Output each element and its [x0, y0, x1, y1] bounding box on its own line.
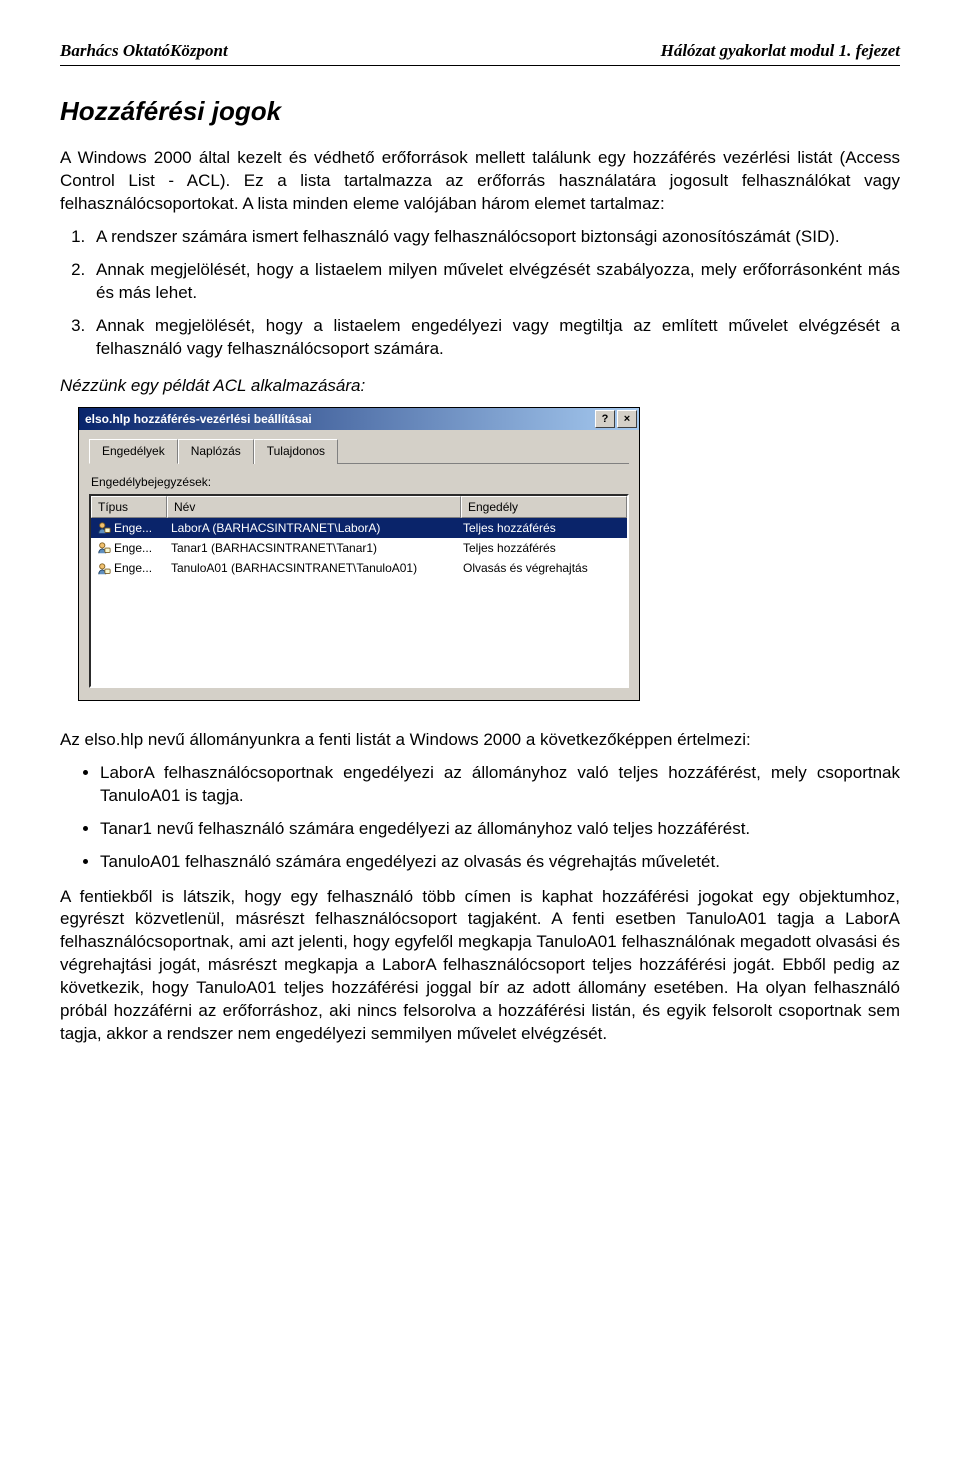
dialog-title: elso.hlp hozzáférés-vezérlési beállítása…: [85, 411, 593, 427]
cell-name: TanuloA01 (BARHACSINTRANET\TanuloA01): [165, 559, 457, 577]
dialog-titlebar[interactable]: elso.hlp hozzáférés-vezérlési beállítása…: [79, 408, 639, 430]
permission-listview[interactable]: Típus Név Engedély Enge...LaborA (BARHAC…: [89, 494, 629, 688]
header-left: Barhács OktatóKözpont: [60, 40, 228, 63]
acl-dialog: elso.hlp hozzáférés-vezérlési beállítása…: [78, 407, 640, 700]
cell-name: Tanar1 (BARHACSINTRANET\Tanar1): [165, 539, 457, 557]
cell-name: LaborA (BARHACSINTRANET\LaborA): [165, 519, 457, 537]
table-row[interactable]: Enge...TanuloA01 (BARHACSINTRANET\Tanulo…: [91, 558, 627, 578]
interpretation-intro: Az elso.hlp nevű állományunkra a fenti l…: [60, 729, 900, 752]
list-item: Annak megjelölését, hogy a listaelem eng…: [90, 315, 900, 361]
help-button[interactable]: ?: [595, 410, 615, 428]
explanation-paragraph: A fentiekből is látszik, hogy egy felhas…: [60, 886, 900, 1047]
listview-header: Típus Név Engedély: [91, 496, 627, 518]
cell-type: Enge...: [91, 519, 165, 537]
table-row[interactable]: Enge...LaborA (BARHACSINTRANET\LaborA)Te…: [91, 518, 627, 538]
table-row[interactable]: Enge...Tanar1 (BARHACSINTRANET\Tanar1)Te…: [91, 538, 627, 558]
section-title: Hozzáférési jogok: [60, 94, 900, 129]
list-label: Engedélybejegyzések:: [91, 474, 629, 490]
intro-paragraph: A Windows 2000 által kezelt és védhető e…: [60, 147, 900, 216]
user-icon: [97, 541, 111, 555]
list-item: Tanar1 nevű felhasználó számára engedély…: [100, 818, 900, 841]
tab-permissions[interactable]: Engedélyek: [89, 439, 178, 463]
cell-type: Enge...: [91, 539, 165, 557]
header-right: Hálózat gyakorlat modul 1. fejezet: [661, 40, 900, 63]
list-item: Annak megjelölését, hogy a listaelem mil…: [90, 259, 900, 305]
tab-auditing[interactable]: Naplózás: [178, 439, 254, 463]
tab-strip: Engedélyek Naplózás Tulajdonos: [89, 438, 629, 463]
column-permission[interactable]: Engedély: [461, 496, 627, 518]
bullet-list: LaborA felhasználócsoportnak engedélyezi…: [100, 762, 900, 874]
list-item: TanuloA01 felhasználó számára engedélyez…: [100, 851, 900, 874]
column-type[interactable]: Típus: [91, 496, 167, 518]
dialog-body: Engedélyek Naplózás Tulajdonos Engedélyb…: [79, 430, 639, 699]
page-header: Barhács OktatóKözpont Hálózat gyakorlat …: [60, 40, 900, 66]
column-name[interactable]: Név: [167, 496, 461, 518]
list-item: LaborA felhasználócsoportnak engedélyezi…: [100, 762, 900, 808]
list-item: A rendszer számára ismert felhasználó va…: [90, 226, 900, 249]
user-icon: [97, 521, 111, 535]
close-button[interactable]: ×: [617, 410, 637, 428]
cell-permission: Teljes hozzáférés: [457, 539, 627, 557]
user-icon: [97, 562, 111, 576]
example-label: Nézzünk egy példát ACL alkalmazására:: [60, 375, 900, 398]
numbered-list: A rendszer számára ismert felhasználó va…: [90, 226, 900, 361]
cell-permission: Teljes hozzáférés: [457, 519, 627, 537]
cell-type: Enge...: [91, 559, 165, 577]
tab-owner[interactable]: Tulajdonos: [254, 439, 338, 463]
cell-permission: Olvasás és végrehajtás: [457, 559, 627, 577]
